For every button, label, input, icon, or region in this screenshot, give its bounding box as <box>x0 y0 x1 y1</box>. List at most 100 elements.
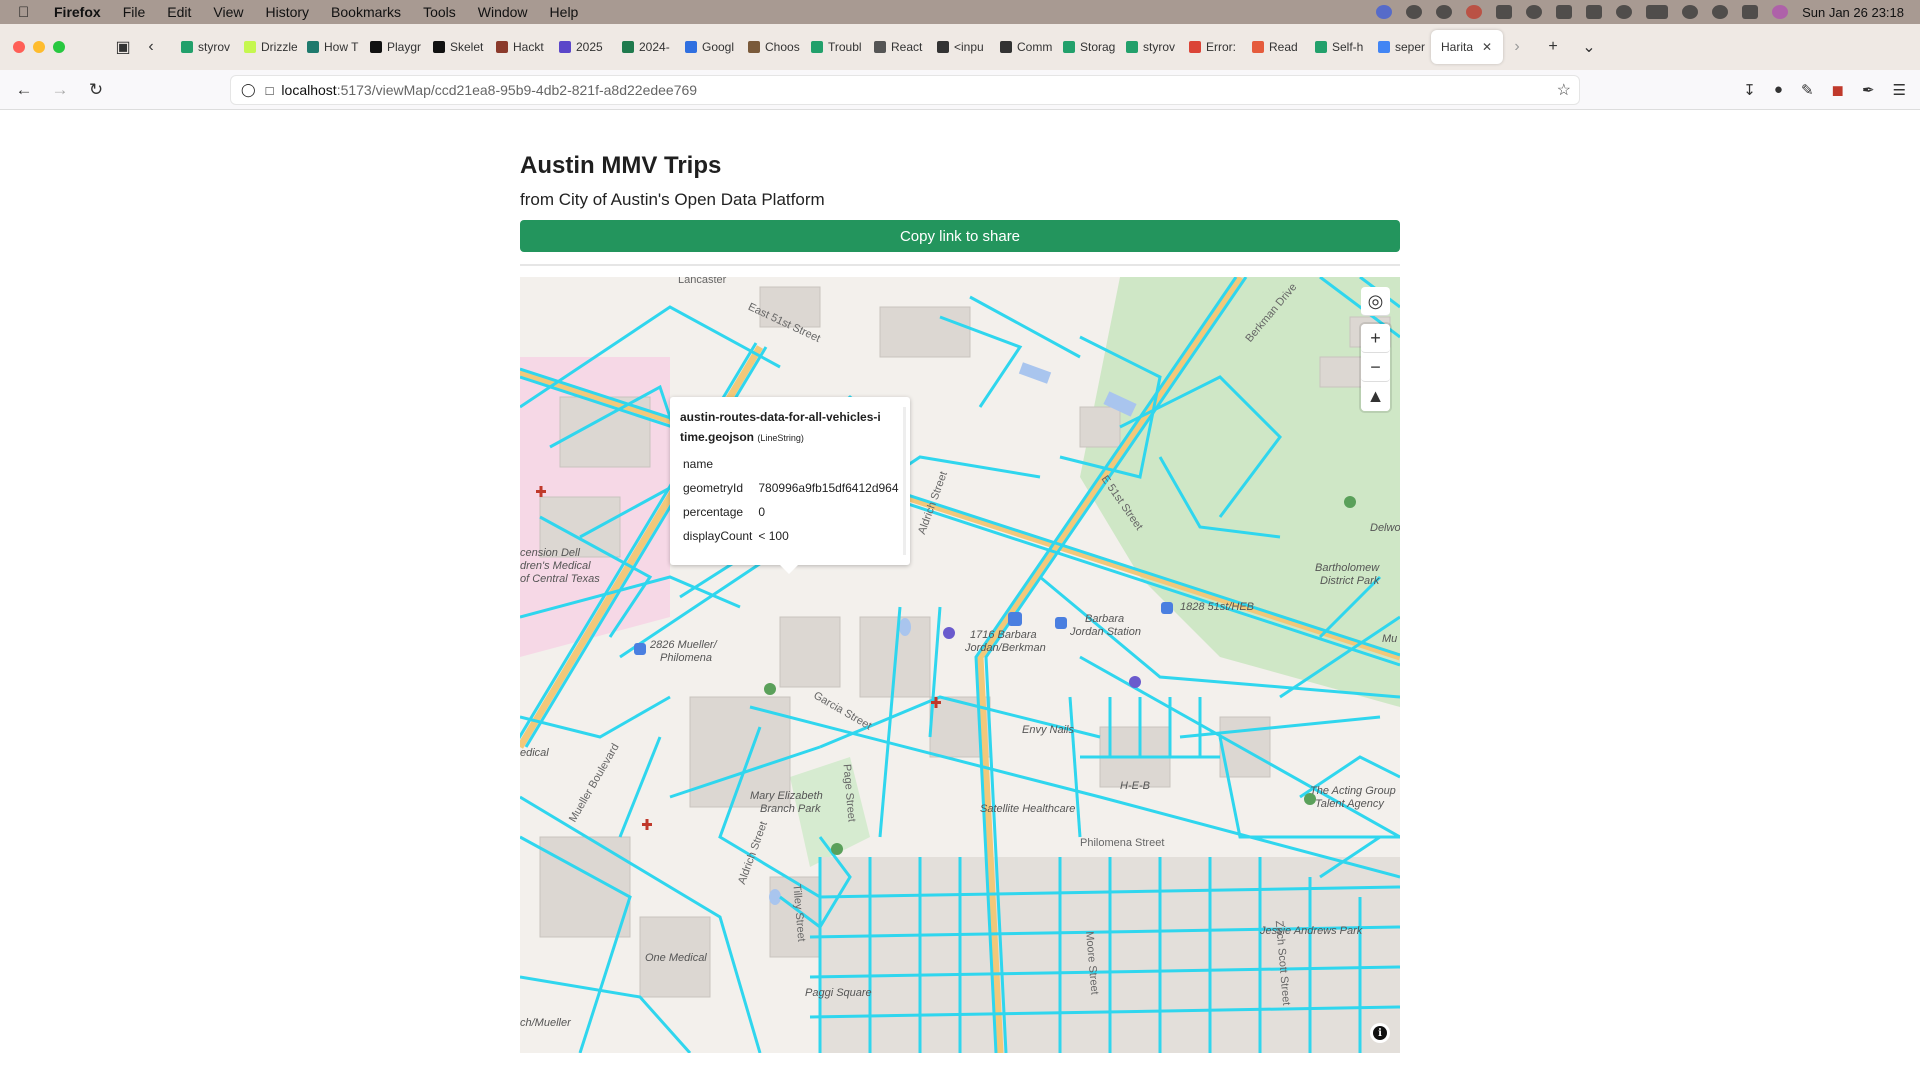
window-maximize-button[interactable] <box>53 41 65 53</box>
zoom-out-button[interactable]: − <box>1361 353 1390 382</box>
display-status-icon[interactable] <box>1586 5 1603 19</box>
menubar-clock[interactable]: Sun Jan 26 23:18 <box>1802 5 1904 20</box>
tab-label: Choos <box>765 40 800 54</box>
sync-status-icon[interactable] <box>1436 5 1453 19</box>
tab-overview-icon[interactable]: ▣ <box>109 33 137 61</box>
tab-list-menu-icon[interactable]: ⌄ <box>1575 33 1603 61</box>
popup-properties-table: name geometryId 780996a9fb15df6412d964 pe… <box>680 452 902 548</box>
battery-icon[interactable] <box>1646 5 1669 19</box>
menu-app-name[interactable]: Firefox <box>54 4 101 20</box>
reload-icon[interactable]: ↻ <box>78 80 114 100</box>
extensions-icon[interactable]: ✎ <box>1801 81 1814 99</box>
tab-label: Self-h <box>1332 40 1364 54</box>
browser-tab[interactable]: Read <box>1242 30 1305 64</box>
menu-file[interactable]: File <box>123 4 146 20</box>
shield-icon[interactable]: ◯ <box>241 82 256 98</box>
bus-stop-icon[interactable] <box>1161 602 1173 614</box>
browser-tab[interactable]: Harita ✕ <box>1431 30 1503 64</box>
browser-tab[interactable]: styrov <box>171 30 234 64</box>
tab-label: Read <box>1269 40 1298 54</box>
account-icon[interactable]: ● <box>1774 81 1783 99</box>
browser-tab[interactable]: 2024- <box>612 30 675 64</box>
compass-icon[interactable]: ▲ <box>1361 382 1390 411</box>
back-arrow-icon[interactable]: ← <box>6 80 42 100</box>
map-view[interactable]: East 51st Street Berkman Drive Aldrich S… <box>520 277 1400 1053</box>
new-tab-button[interactable]: + <box>1539 33 1567 61</box>
window-minimize-button[interactable] <box>33 41 45 53</box>
app-menu-icon[interactable]: ☰ <box>1893 81 1906 99</box>
menu-tools[interactable]: Tools <box>423 4 456 20</box>
bus-stop-icon[interactable] <box>1008 612 1022 626</box>
attribution-button[interactable]: i <box>1370 1023 1390 1043</box>
tabs-scroll-left-icon[interactable]: ‹ <box>137 33 165 61</box>
browser-tab[interactable]: Error: <box>1179 30 1242 64</box>
browser-tab[interactable]: Hackt <box>486 30 549 64</box>
place-label: Jordan Station <box>1070 626 1141 638</box>
property-value <box>755 452 901 476</box>
bookmark-star-icon[interactable]: ☆ <box>1557 80 1571 100</box>
downloads-icon[interactable]: ↧ <box>1743 81 1756 99</box>
browser-tab[interactable]: React <box>864 30 927 64</box>
address-bar[interactable]: ◯ □ localhost:5173/viewMap/ccd21ea8-95b9… <box>230 75 1580 105</box>
menu-edit[interactable]: Edit <box>167 4 191 20</box>
siri-icon[interactable] <box>1772 5 1789 19</box>
copy-link-button[interactable]: Copy link to share <box>520 220 1400 252</box>
browser-tab[interactable]: styrov <box>1116 30 1179 64</box>
ublock-icon[interactable]: ◼ <box>1832 81 1844 99</box>
browser-tab[interactable]: seper <box>1368 30 1431 64</box>
bus-stop-label: 2826 Mueller/ <box>650 639 717 651</box>
tab-close-icon[interactable]: ✕ <box>1482 40 1492 54</box>
bus-stop-icon[interactable] <box>1055 617 1067 629</box>
color-picker-icon[interactable]: ✒ <box>1862 81 1875 99</box>
recording-status-icon[interactable] <box>1466 5 1483 19</box>
grid-status-icon[interactable] <box>1556 5 1573 19</box>
tab-label: Googl <box>702 40 735 54</box>
menu-window[interactable]: Window <box>478 4 528 20</box>
bus-stop-icon[interactable] <box>634 643 646 655</box>
zoom-in-button[interactable]: + <box>1361 324 1390 353</box>
moon-icon[interactable] <box>1526 5 1543 19</box>
diamond-status-icon[interactable] <box>1496 5 1513 19</box>
control-center-icon[interactable] <box>1742 5 1759 19</box>
forward-arrow-icon[interactable]: → <box>42 80 78 100</box>
browser-tab[interactable]: Troubl <box>801 30 864 64</box>
browser-tab[interactable]: How T <box>297 30 360 64</box>
tab-favicon-icon <box>937 41 949 53</box>
menu-help[interactable]: Help <box>550 4 579 20</box>
play-status-icon[interactable] <box>1616 5 1633 19</box>
shop-icon[interactable] <box>943 627 955 639</box>
shop-icon[interactable] <box>1129 676 1141 688</box>
browser-tab[interactable]: Storag <box>1053 30 1116 64</box>
place-label: Envy Nails <box>1022 724 1074 736</box>
apple-icon[interactable]:  <box>18 4 38 21</box>
creative-cloud-icon[interactable] <box>1406 5 1423 19</box>
browser-tab[interactable]: Playgr <box>360 30 423 64</box>
browser-tab[interactable]: <inpu <box>927 30 990 64</box>
feature-popup[interactable]: austin-routes-data-for-all-vehicles-i ti… <box>670 397 910 574</box>
browser-tab[interactable]: Comm <box>990 30 1053 64</box>
wifi-icon[interactable] <box>1682 5 1699 19</box>
browser-tab[interactable]: Drizzle <box>234 30 297 64</box>
table-row: displayCount < 100 <box>680 524 902 548</box>
menu-bookmarks[interactable]: Bookmarks <box>331 4 401 20</box>
browser-tab[interactable]: Self-h <box>1305 30 1368 64</box>
tab-favicon-icon <box>874 41 886 53</box>
popup-title-line2: time.geojson (LineString) <box>680 427 900 448</box>
park-tree-icon <box>764 683 776 695</box>
popup-scrollbar[interactable] <box>903 407 906 555</box>
menu-history[interactable]: History <box>265 4 309 20</box>
browser-tab[interactable]: 2025 <box>549 30 612 64</box>
menu-view[interactable]: View <box>213 4 243 20</box>
geolocate-icon[interactable]: ◎ <box>1361 287 1390 316</box>
browser-tab[interactable]: Googl <box>675 30 738 64</box>
bus-stop-label: 1828 51st/HEB <box>1180 601 1254 613</box>
browser-tab[interactable]: Skelet <box>423 30 486 64</box>
tab-favicon-icon <box>1378 41 1390 53</box>
medical-icon[interactable] <box>642 819 652 830</box>
zoom-status-icon[interactable] <box>1376 5 1393 19</box>
browser-tab[interactable]: Choos <box>738 30 801 64</box>
window-close-button[interactable] <box>13 41 25 53</box>
spotlight-search-icon[interactable] <box>1712 5 1729 19</box>
tab-label: Playgr <box>387 40 422 54</box>
tabs-scroll-right-icon[interactable]: › <box>1503 33 1531 61</box>
